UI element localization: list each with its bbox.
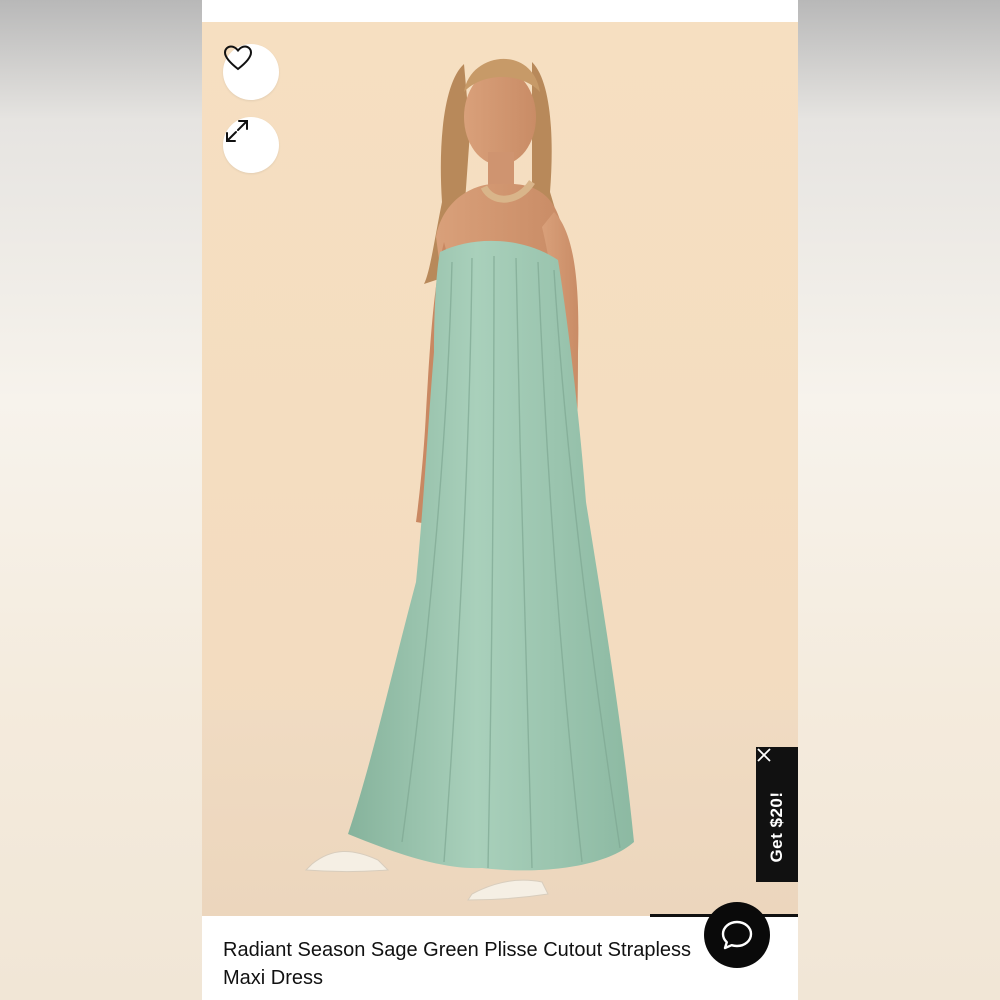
close-icon[interactable] xyxy=(756,747,772,763)
chat-button[interactable] xyxy=(704,902,770,968)
expand-image-button[interactable] xyxy=(223,117,279,173)
promo-label[interactable]: Get $20! xyxy=(767,791,787,862)
favorite-button[interactable] xyxy=(223,44,279,100)
heart-icon xyxy=(223,45,253,71)
promo-tab[interactable]: Get $20! xyxy=(756,747,798,882)
model-illustration xyxy=(304,58,634,901)
chat-bubble-icon xyxy=(721,920,753,950)
product-page: Get $20! Radiant Season Sage Green Pliss… xyxy=(202,0,798,1000)
product-image[interactable]: Get $20! xyxy=(202,22,798,916)
right-background xyxy=(798,0,1000,1000)
product-title: Radiant Season Sage Green Plisse Cutout … xyxy=(223,939,692,989)
expand-icon xyxy=(226,120,248,142)
left-background xyxy=(0,0,202,1000)
